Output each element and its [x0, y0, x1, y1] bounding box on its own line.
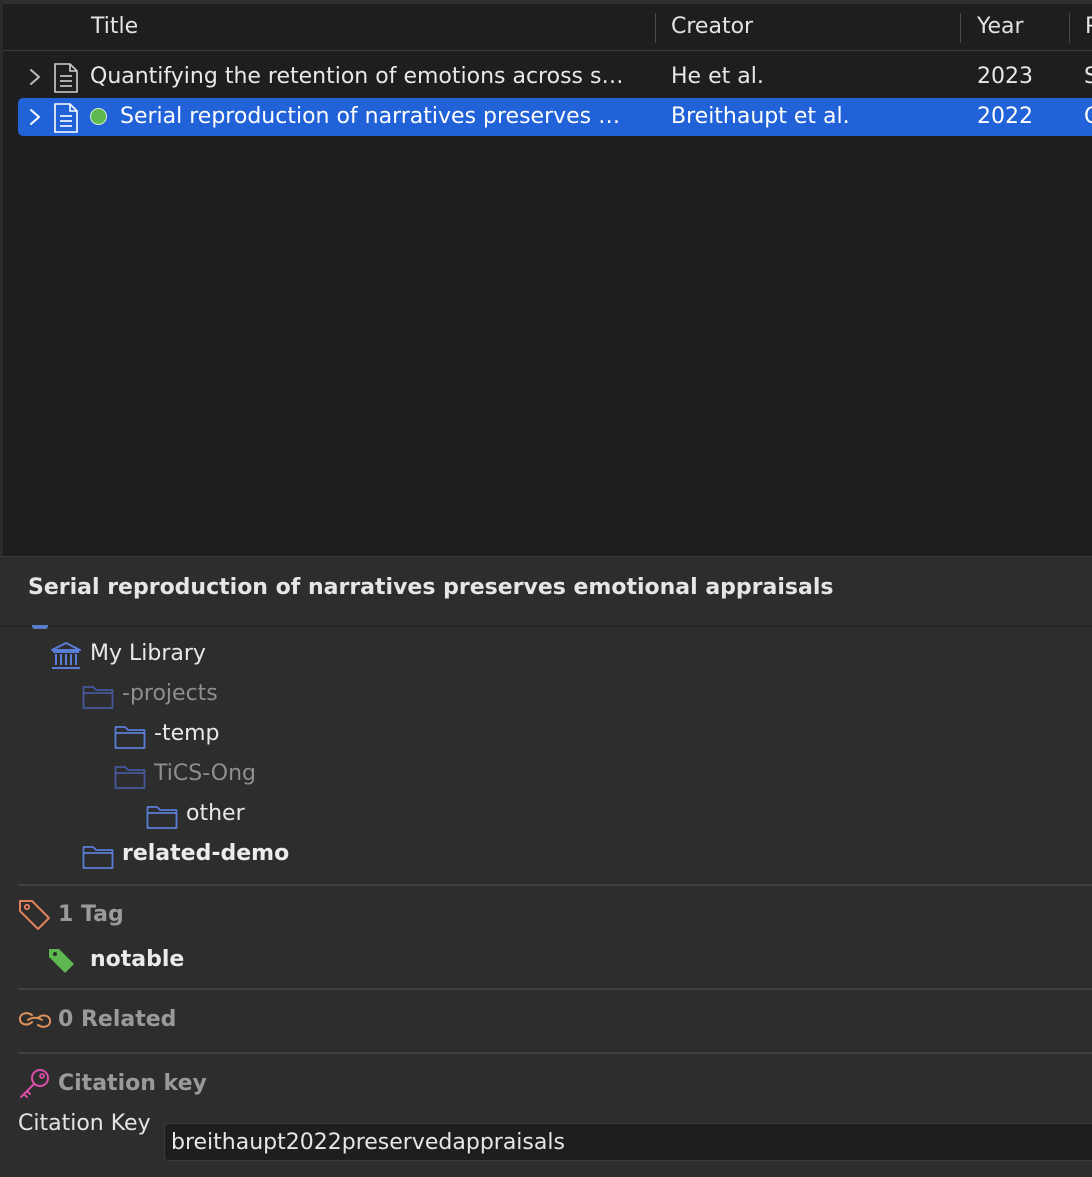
key-icon [20, 1069, 49, 1098]
column-title[interactable]: Title [91, 14, 138, 39]
item-extra: C [1084, 104, 1092, 129]
item-creator: Breithaupt et al. [671, 104, 850, 129]
library-label: My Library [90, 641, 206, 666]
left-edge [0, 0, 3, 556]
column-separator[interactable] [655, 13, 656, 43]
chevron-right-icon[interactable] [28, 68, 42, 86]
column-year[interactable]: Year [977, 14, 1024, 39]
item-title: Quantifying the retention of emotions ac… [90, 64, 624, 89]
item-extra: S [1084, 64, 1092, 89]
document-icon [54, 103, 78, 133]
divider [0, 625, 1092, 627]
item-year: 2023 [977, 64, 1033, 89]
collection-label: -temp [154, 721, 220, 746]
item-pane: Serial reproduction of narratives preser… [0, 556, 1092, 1177]
collection-label: other [186, 801, 245, 826]
folder-icon [82, 686, 114, 709]
chevron-right-icon[interactable] [28, 108, 42, 126]
folder-icon [146, 806, 178, 829]
folder-icon [114, 726, 146, 749]
library-icon [51, 642, 81, 669]
item-title: Serial reproduction of narratives preser… [120, 104, 621, 129]
related-link-icon [18, 1012, 52, 1028]
citation-header-label: Citation key [58, 1071, 207, 1096]
item-creator: He et al. [671, 64, 764, 89]
collection-label: TiCS-Ong [154, 761, 256, 786]
item-row[interactable]: Quantifying the retention of emotions ac… [18, 58, 1092, 96]
tag-filled-icon [49, 949, 74, 973]
section-divider [18, 884, 1092, 886]
tag-icon [19, 900, 50, 930]
section-divider [18, 1052, 1092, 1054]
column-separator[interactable] [960, 13, 961, 43]
scroll-indicator [32, 625, 48, 629]
status-dot-icon [90, 108, 107, 125]
tags-header-label: 1 Tag [58, 902, 124, 927]
tag-label: notable [90, 947, 185, 972]
collection-label: -projects [122, 681, 218, 706]
section-divider [18, 988, 1092, 990]
column-partial[interactable]: P [1085, 14, 1092, 39]
folder-icon [114, 766, 146, 789]
collection-label: related-demo [122, 841, 290, 866]
document-icon [54, 63, 78, 93]
column-separator[interactable] [1069, 13, 1070, 43]
items-column-header: Title Creator Year P [3, 4, 1092, 51]
item-row-selected[interactable]: Serial reproduction of narratives preser… [18, 98, 1092, 136]
folder-icon [82, 846, 114, 869]
item-year: 2022 [977, 104, 1033, 129]
related-header-label: 0 Related [58, 1007, 177, 1032]
item-pane-title: Serial reproduction of narratives preser… [28, 575, 834, 600]
column-creator[interactable]: Creator [671, 14, 753, 39]
citation-key-field[interactable] [164, 1123, 1092, 1161]
citation-key-label: Citation Key [18, 1111, 151, 1136]
